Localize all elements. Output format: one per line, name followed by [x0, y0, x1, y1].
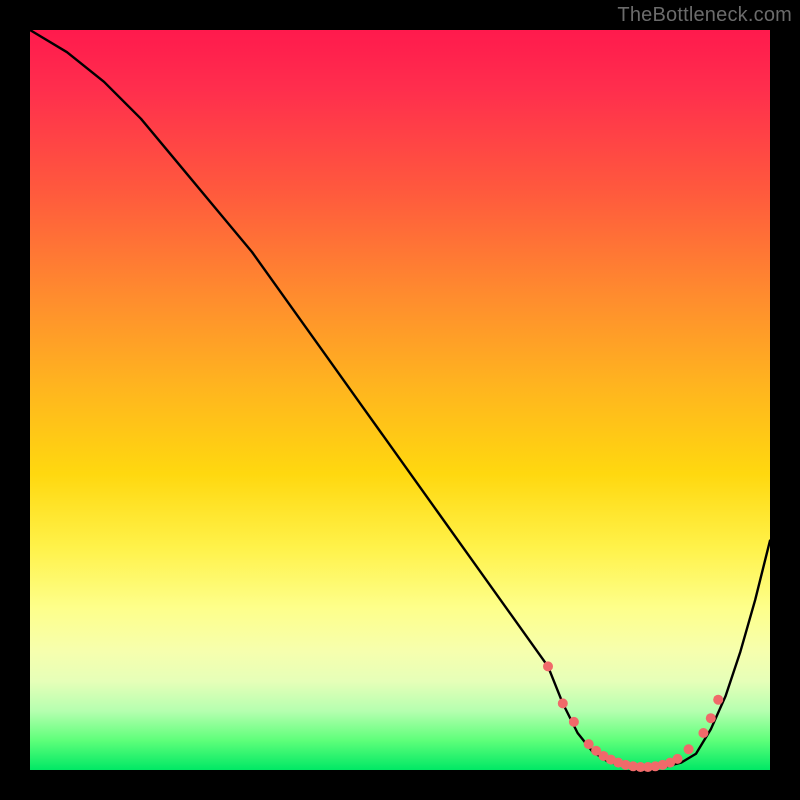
plot-area — [30, 30, 770, 770]
watermark-text: TheBottleneck.com — [617, 4, 792, 27]
chart-frame: TheBottleneck.com — [0, 0, 800, 800]
highlight-dot — [673, 754, 683, 764]
curve-layer — [30, 30, 770, 770]
highlight-dot — [684, 744, 694, 754]
highlight-dot — [543, 661, 553, 671]
bottleneck-curve — [30, 30, 770, 768]
highlight-dot — [706, 713, 716, 723]
highlight-dot — [698, 728, 708, 738]
highlight-dot — [584, 739, 594, 749]
highlight-dot — [713, 695, 723, 705]
highlight-dot — [569, 717, 579, 727]
highlight-dot — [558, 698, 568, 708]
